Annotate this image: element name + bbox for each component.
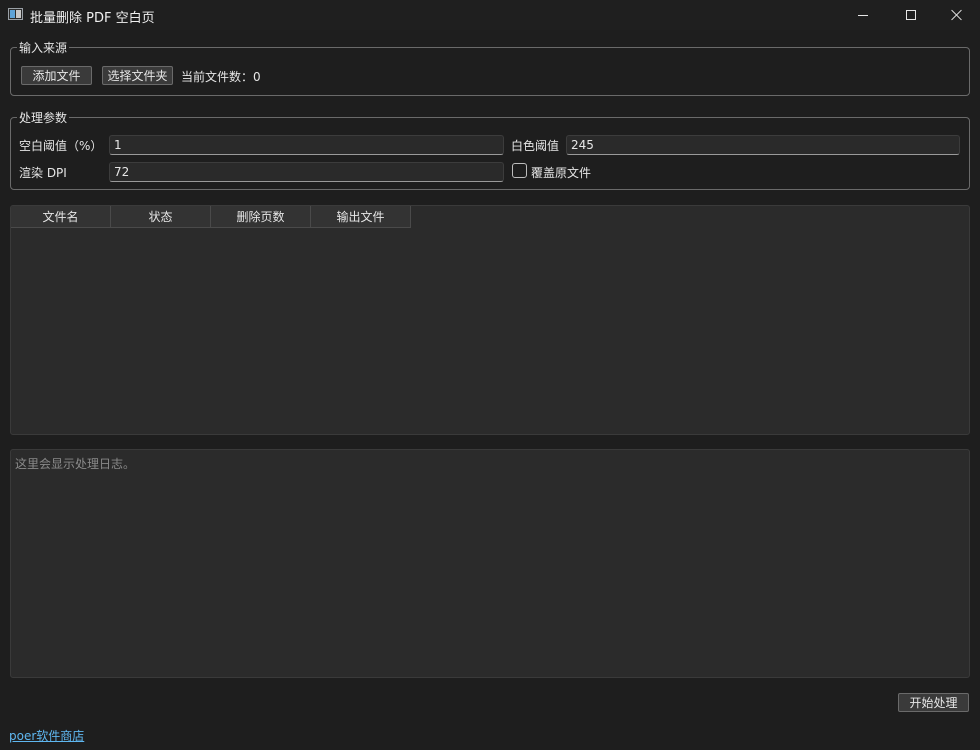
overwrite-label[interactable]: 覆盖原文件 bbox=[531, 164, 591, 181]
blank-threshold-label: 空白阈值（%） bbox=[19, 139, 103, 153]
input-source-group: 输入来源 添加文件 选择文件夹 当前文件数：0 bbox=[10, 39, 970, 96]
params-group: 处理参数 空白阈值（%） 1 白色阈值 245 渲染 DPI 72 覆盖原文件 bbox=[10, 109, 970, 190]
file-table[interactable]: 文件名 状态 删除页数 输出文件 bbox=[10, 205, 970, 435]
log-textarea[interactable]: 这里会显示处理日志。 bbox=[10, 449, 970, 678]
column-header-status[interactable]: 状态 bbox=[111, 206, 211, 228]
dpi-label: 渲染 DPI bbox=[19, 166, 67, 180]
app-icon bbox=[8, 8, 23, 20]
title-bar[interactable]: 批量删除 PDF 空白页 bbox=[0, 0, 980, 30]
white-threshold-label: 白色阈值 bbox=[511, 139, 560, 153]
log-placeholder: 这里会显示处理日志。 bbox=[15, 457, 136, 471]
column-header-filename[interactable]: 文件名 bbox=[11, 206, 111, 228]
table-header: 文件名 状态 删除页数 输出文件 bbox=[11, 206, 411, 228]
maximize-icon bbox=[906, 10, 916, 20]
overwrite-checkbox[interactable] bbox=[512, 163, 527, 178]
select-folder-button[interactable]: 选择文件夹 bbox=[102, 66, 173, 85]
white-threshold-input[interactable]: 245 bbox=[566, 135, 960, 155]
column-header-deleted-pages[interactable]: 删除页数 bbox=[211, 206, 311, 228]
close-icon bbox=[951, 9, 963, 21]
params-legend: 处理参数 bbox=[17, 109, 70, 126]
dpi-input[interactable]: 72 bbox=[109, 162, 504, 182]
minimize-button[interactable] bbox=[840, 0, 886, 30]
close-button[interactable] bbox=[934, 0, 980, 30]
file-count-label: 当前文件数：0 bbox=[181, 70, 261, 84]
add-files-button[interactable]: 添加文件 bbox=[21, 66, 92, 85]
blank-threshold-input[interactable]: 1 bbox=[109, 135, 504, 155]
window-title: 批量删除 PDF 空白页 bbox=[30, 11, 155, 26]
minimize-icon bbox=[858, 14, 868, 16]
maximize-button[interactable] bbox=[888, 0, 934, 30]
start-processing-button[interactable]: 开始处理 bbox=[898, 693, 969, 712]
input-source-legend: 输入来源 bbox=[17, 39, 70, 56]
app-window: 批量删除 PDF 空白页 输入来源 添加文件 选择文件夹 当前文件数：0 处理参… bbox=[0, 0, 980, 750]
store-link[interactable]: poer软件商店 bbox=[9, 727, 84, 744]
column-header-output-file[interactable]: 输出文件 bbox=[311, 206, 411, 228]
